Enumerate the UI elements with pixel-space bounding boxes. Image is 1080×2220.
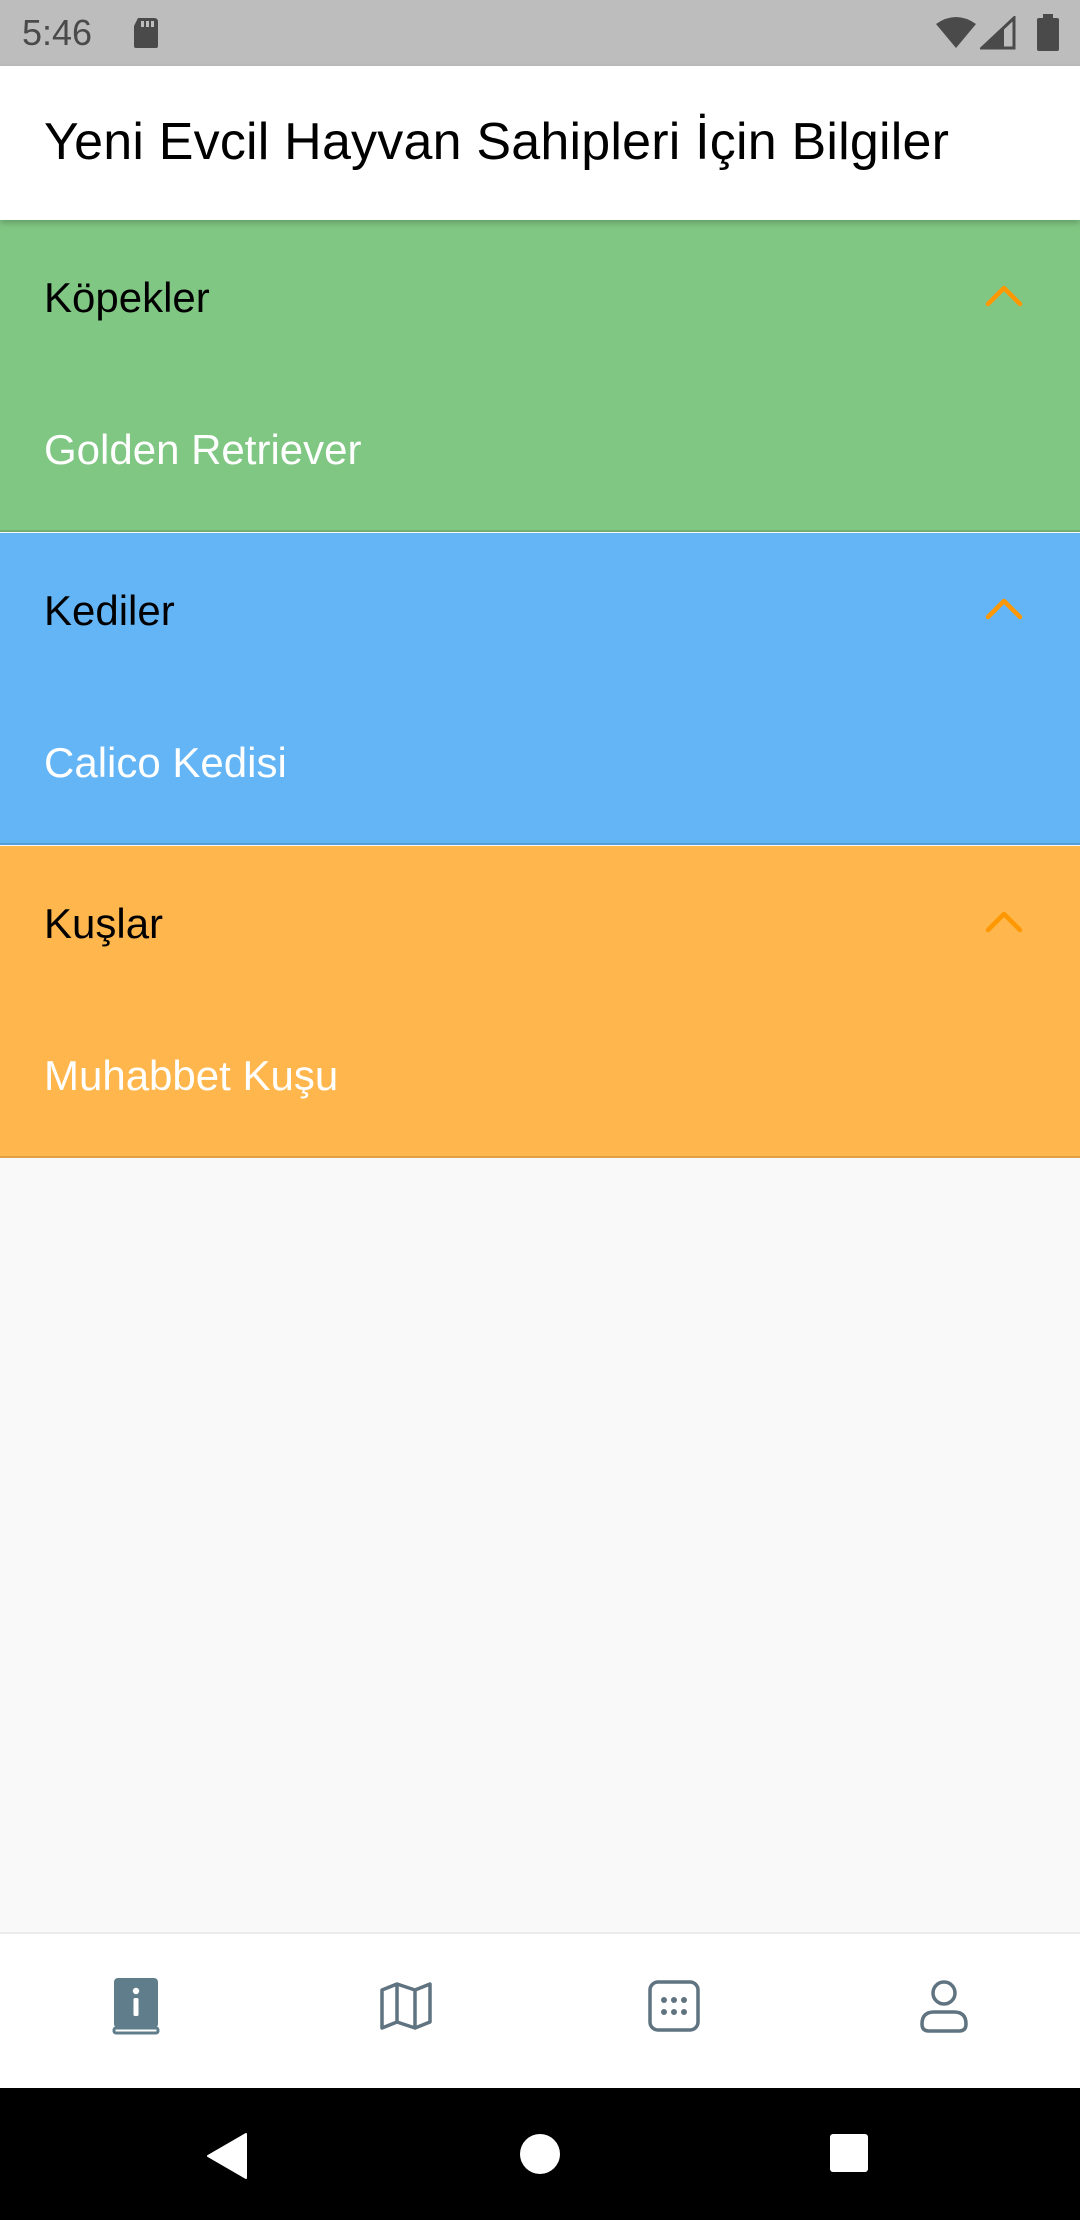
status-time: 5:46 xyxy=(22,12,93,53)
home-icon[interactable] xyxy=(518,2132,562,2176)
panel-item: Muhabbet Kuşu xyxy=(44,1052,339,1099)
signal-icon xyxy=(980,16,1016,50)
panel-header-dogs[interactable]: Köpekler xyxy=(0,220,1080,378)
chevron-up-icon[interactable] xyxy=(984,595,1024,621)
panel-title: Köpekler xyxy=(44,274,210,321)
page-title: Yeni Evcil Hayvan Sahipleri İçin Bilgile… xyxy=(44,113,950,171)
bottom-navigation xyxy=(0,1932,1080,2088)
system-navigation-bar xyxy=(0,2088,1080,2220)
panel-item: Calico Kedisi xyxy=(44,739,287,786)
panel-title: Kediler xyxy=(44,587,175,634)
nav-item-info[interactable] xyxy=(106,1976,166,2036)
chevron-up-icon[interactable] xyxy=(984,908,1024,934)
status-bar: 5:46 xyxy=(0,0,1080,66)
panel-dogs: Köpekler Golden Retriever xyxy=(0,220,1080,532)
panel-item: Golden Retriever xyxy=(44,426,362,473)
panel-header-cats[interactable]: Kediler xyxy=(0,533,1080,691)
back-icon[interactable] xyxy=(204,2132,250,2180)
app-bar: Yeni Evcil Hayvan Sahipleri İçin Bilgile… xyxy=(0,66,1080,220)
nav-item-map[interactable] xyxy=(376,1976,436,2036)
wifi-icon xyxy=(936,17,976,48)
chevron-up-icon[interactable] xyxy=(984,282,1024,308)
panel-birds: Kuşlar Muhabbet Kuşu xyxy=(0,846,1080,1158)
nav-item-profile[interactable] xyxy=(914,1976,974,2036)
panel-cats: Kediler Calico Kedisi xyxy=(0,533,1080,845)
map-icon xyxy=(380,1982,432,2030)
battery-icon xyxy=(1037,14,1059,51)
person-icon xyxy=(920,1980,968,2033)
grid-dots-icon xyxy=(648,1980,700,2032)
sd-card-icon xyxy=(134,18,158,48)
nav-item-schedule[interactable] xyxy=(644,1976,704,2036)
panel-header-birds[interactable]: Kuşlar xyxy=(0,846,1080,1004)
panel-title: Kuşlar xyxy=(44,900,164,947)
info-book-icon xyxy=(112,1978,160,2035)
recents-icon[interactable] xyxy=(828,2132,870,2174)
